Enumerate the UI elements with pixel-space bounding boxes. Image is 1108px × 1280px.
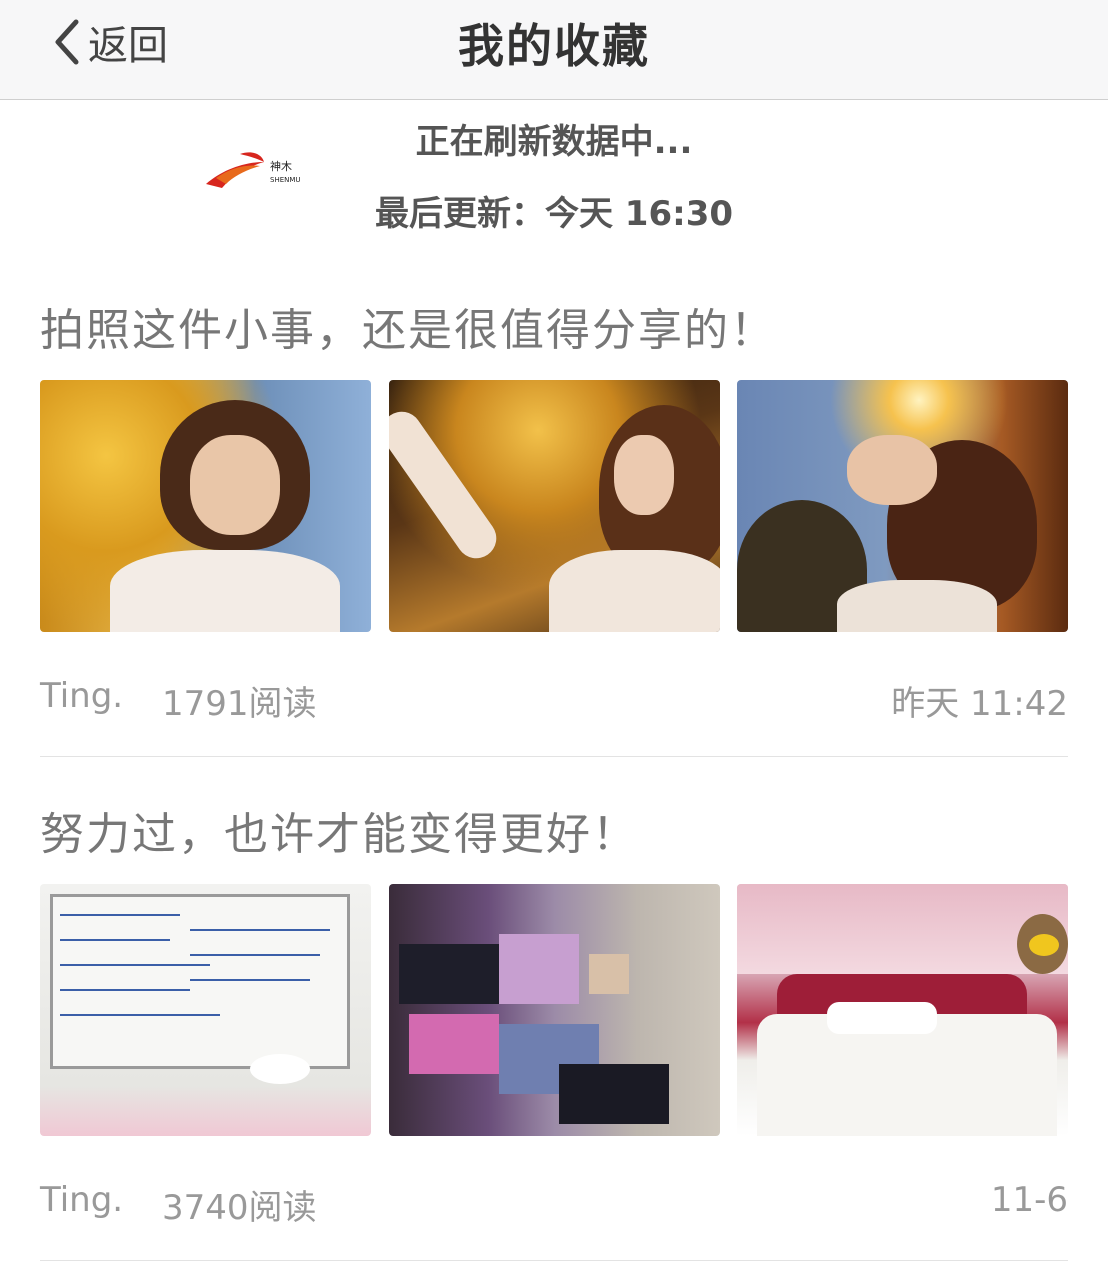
post-time: 11-6	[990, 1180, 1068, 1220]
post-read-count: 3740阅读	[162, 1188, 317, 1228]
page-title: 我的收藏	[458, 19, 650, 73]
last-update-text: 最后更新：今天 16:30	[0, 186, 1108, 235]
post-meta: Ting. 1791阅读 昨天 11:42	[40, 676, 1068, 724]
post-read-count: 1791阅读	[162, 684, 317, 724]
svg-text:SHENMU: SHENMU	[270, 176, 301, 184]
post-thumbnails	[40, 380, 1068, 632]
thumbnail-socks-market-stall[interactable]	[388, 884, 720, 1136]
post-time: 昨天 11:42	[891, 684, 1068, 724]
thumbnail-reaching-for-yellow-leaves[interactable]	[388, 380, 720, 632]
thumbnail-looking-up-at-sunlight[interactable]	[737, 380, 1068, 632]
divider	[40, 756, 1068, 757]
thumbnail-bed-with-pink-canopy[interactable]	[737, 884, 1068, 1136]
last-update-time: 今天 16:30	[544, 194, 734, 234]
post-author: Ting.	[40, 676, 124, 716]
refresh-status-text: 正在刷新数据中...	[415, 122, 693, 162]
thumbnail-portrait-under-yellow-tree[interactable]	[40, 380, 371, 632]
navigation-bar: 返回 我的收藏	[0, 0, 1108, 100]
post-title[interactable]: 拍照这件小事，还是很值得分享的！	[40, 294, 776, 358]
post-thumbnails	[40, 884, 1068, 1136]
divider	[40, 1260, 1068, 1261]
post-title[interactable]: 努力过，也许才能变得更好！	[40, 798, 638, 862]
thumbnail-whiteboard-notes[interactable]	[40, 884, 371, 1136]
last-update-label: 最后更新：	[374, 194, 545, 234]
post-meta: Ting. 3740阅读 11-6	[40, 1180, 1068, 1228]
pull-to-refresh-header: 神木 SHENMU 正在刷新数据中... 最后更新：今天 16:30	[0, 100, 1108, 250]
post-author: Ting.	[40, 1180, 124, 1220]
